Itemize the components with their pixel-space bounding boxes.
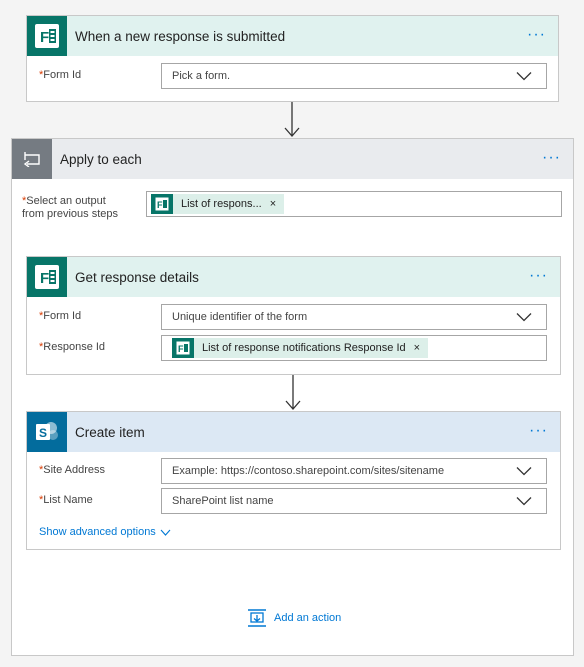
field-form-id: *Form Id Unique identifier of the form	[27, 304, 560, 330]
forms-icon: F	[27, 16, 67, 56]
svg-text:S: S	[39, 426, 47, 440]
field-response-id: *Response Id F List of response notifica…	[27, 335, 560, 361]
apply-to-each-title: Apply to each	[60, 151, 142, 167]
svg-text:F: F	[40, 29, 49, 46]
more-icon[interactable]: ···	[542, 149, 561, 167]
add-action-button[interactable]: Add an action	[247, 608, 341, 628]
forms-icon: F	[172, 338, 194, 358]
get-response-details-card: F Get response details ··· *Form Id Uniq…	[26, 256, 561, 375]
add-action-label: Add an action	[274, 612, 342, 624]
create-item-title: Create item	[75, 424, 145, 440]
chevron-down-icon	[516, 497, 532, 506]
add-action-icon	[248, 609, 266, 627]
dynamic-token[interactable]: F List of response notifications Respons…	[172, 338, 429, 358]
field-label: *Response Id	[39, 341, 106, 353]
chevron-down-icon	[516, 72, 532, 81]
select-output-input[interactable]: F List of respons... ×	[146, 191, 562, 217]
more-icon[interactable]: ···	[529, 267, 548, 285]
get-response-details-header[interactable]: F Get response details ···	[27, 257, 560, 297]
arrow-down-icon	[284, 102, 300, 137]
chevron-down-icon	[160, 529, 171, 536]
apply-to-each-header[interactable]: Apply to each ···	[12, 139, 573, 179]
forms-icon: F	[27, 257, 67, 297]
sharepoint-icon: S	[36, 422, 58, 440]
chevron-down-icon	[516, 467, 532, 476]
token-label: List of respons...	[181, 198, 262, 210]
svg-text:F: F	[178, 344, 184, 354]
get-response-details-title: Get response details	[75, 269, 199, 285]
more-icon[interactable]: ···	[527, 26, 546, 44]
more-icon[interactable]: ···	[529, 422, 548, 440]
form-id-dropdown[interactable]: Unique identifier of the form	[161, 304, 547, 330]
token-remove-icon[interactable]: ×	[270, 198, 276, 210]
list-name-value: SharePoint list name	[172, 495, 274, 507]
create-item-header[interactable]: S Create item ···	[27, 412, 560, 452]
list-name-dropdown[interactable]: SharePoint list name	[161, 488, 547, 514]
trigger-header[interactable]: F When a new response is submitted ···	[27, 16, 558, 56]
forms-icon: F	[151, 194, 173, 214]
site-address-dropdown[interactable]: Example: https://contoso.sharepoint.com/…	[161, 458, 547, 484]
show-advanced-options-link[interactable]: Show advanced options	[39, 526, 171, 538]
field-form-id: *Form Id Pick a form.	[27, 63, 558, 89]
form-id-value: Pick a form.	[172, 70, 231, 82]
loop-icon-box	[12, 139, 52, 179]
arrow-down-icon	[285, 375, 301, 410]
site-address-value: Example: https://contoso.sharepoint.com/…	[172, 465, 445, 477]
trigger-card: F When a new response is submitted ··· *…	[26, 15, 559, 102]
apply-to-each-card: Apply to each ··· *Select an output from…	[11, 138, 574, 656]
sharepoint-icon-box: S	[27, 412, 67, 452]
field-label: *Form Id	[39, 310, 82, 322]
dynamic-token[interactable]: F List of respons... ×	[151, 194, 285, 214]
token-label: List of response notifications Response …	[202, 342, 406, 354]
trigger-title: When a new response is submitted	[75, 28, 286, 44]
token-remove-icon[interactable]: ×	[414, 342, 420, 354]
field-label: *List Name	[39, 494, 93, 506]
form-id-value: Unique identifier of the form	[172, 311, 308, 323]
field-site-address: *Site Address Example: https://contoso.s…	[27, 458, 560, 484]
loop-icon	[23, 152, 40, 167]
field-label: *Form Id	[39, 69, 82, 81]
svg-text:F: F	[40, 270, 49, 287]
field-list-name: *List Name SharePoint list name	[27, 488, 560, 514]
select-output-label: *Select an output from previous steps	[22, 195, 118, 220]
field-label: *Site Address	[39, 464, 106, 476]
response-id-input[interactable]: F List of response notifications Respons…	[161, 335, 547, 361]
create-item-card: S Create item ··· *Site Address Example:…	[26, 411, 561, 550]
form-id-dropdown[interactable]: Pick a form.	[161, 63, 547, 89]
chevron-down-icon	[516, 313, 532, 322]
svg-text:F: F	[157, 200, 163, 210]
select-output-row: *Select an output from previous steps F …	[12, 191, 573, 220]
